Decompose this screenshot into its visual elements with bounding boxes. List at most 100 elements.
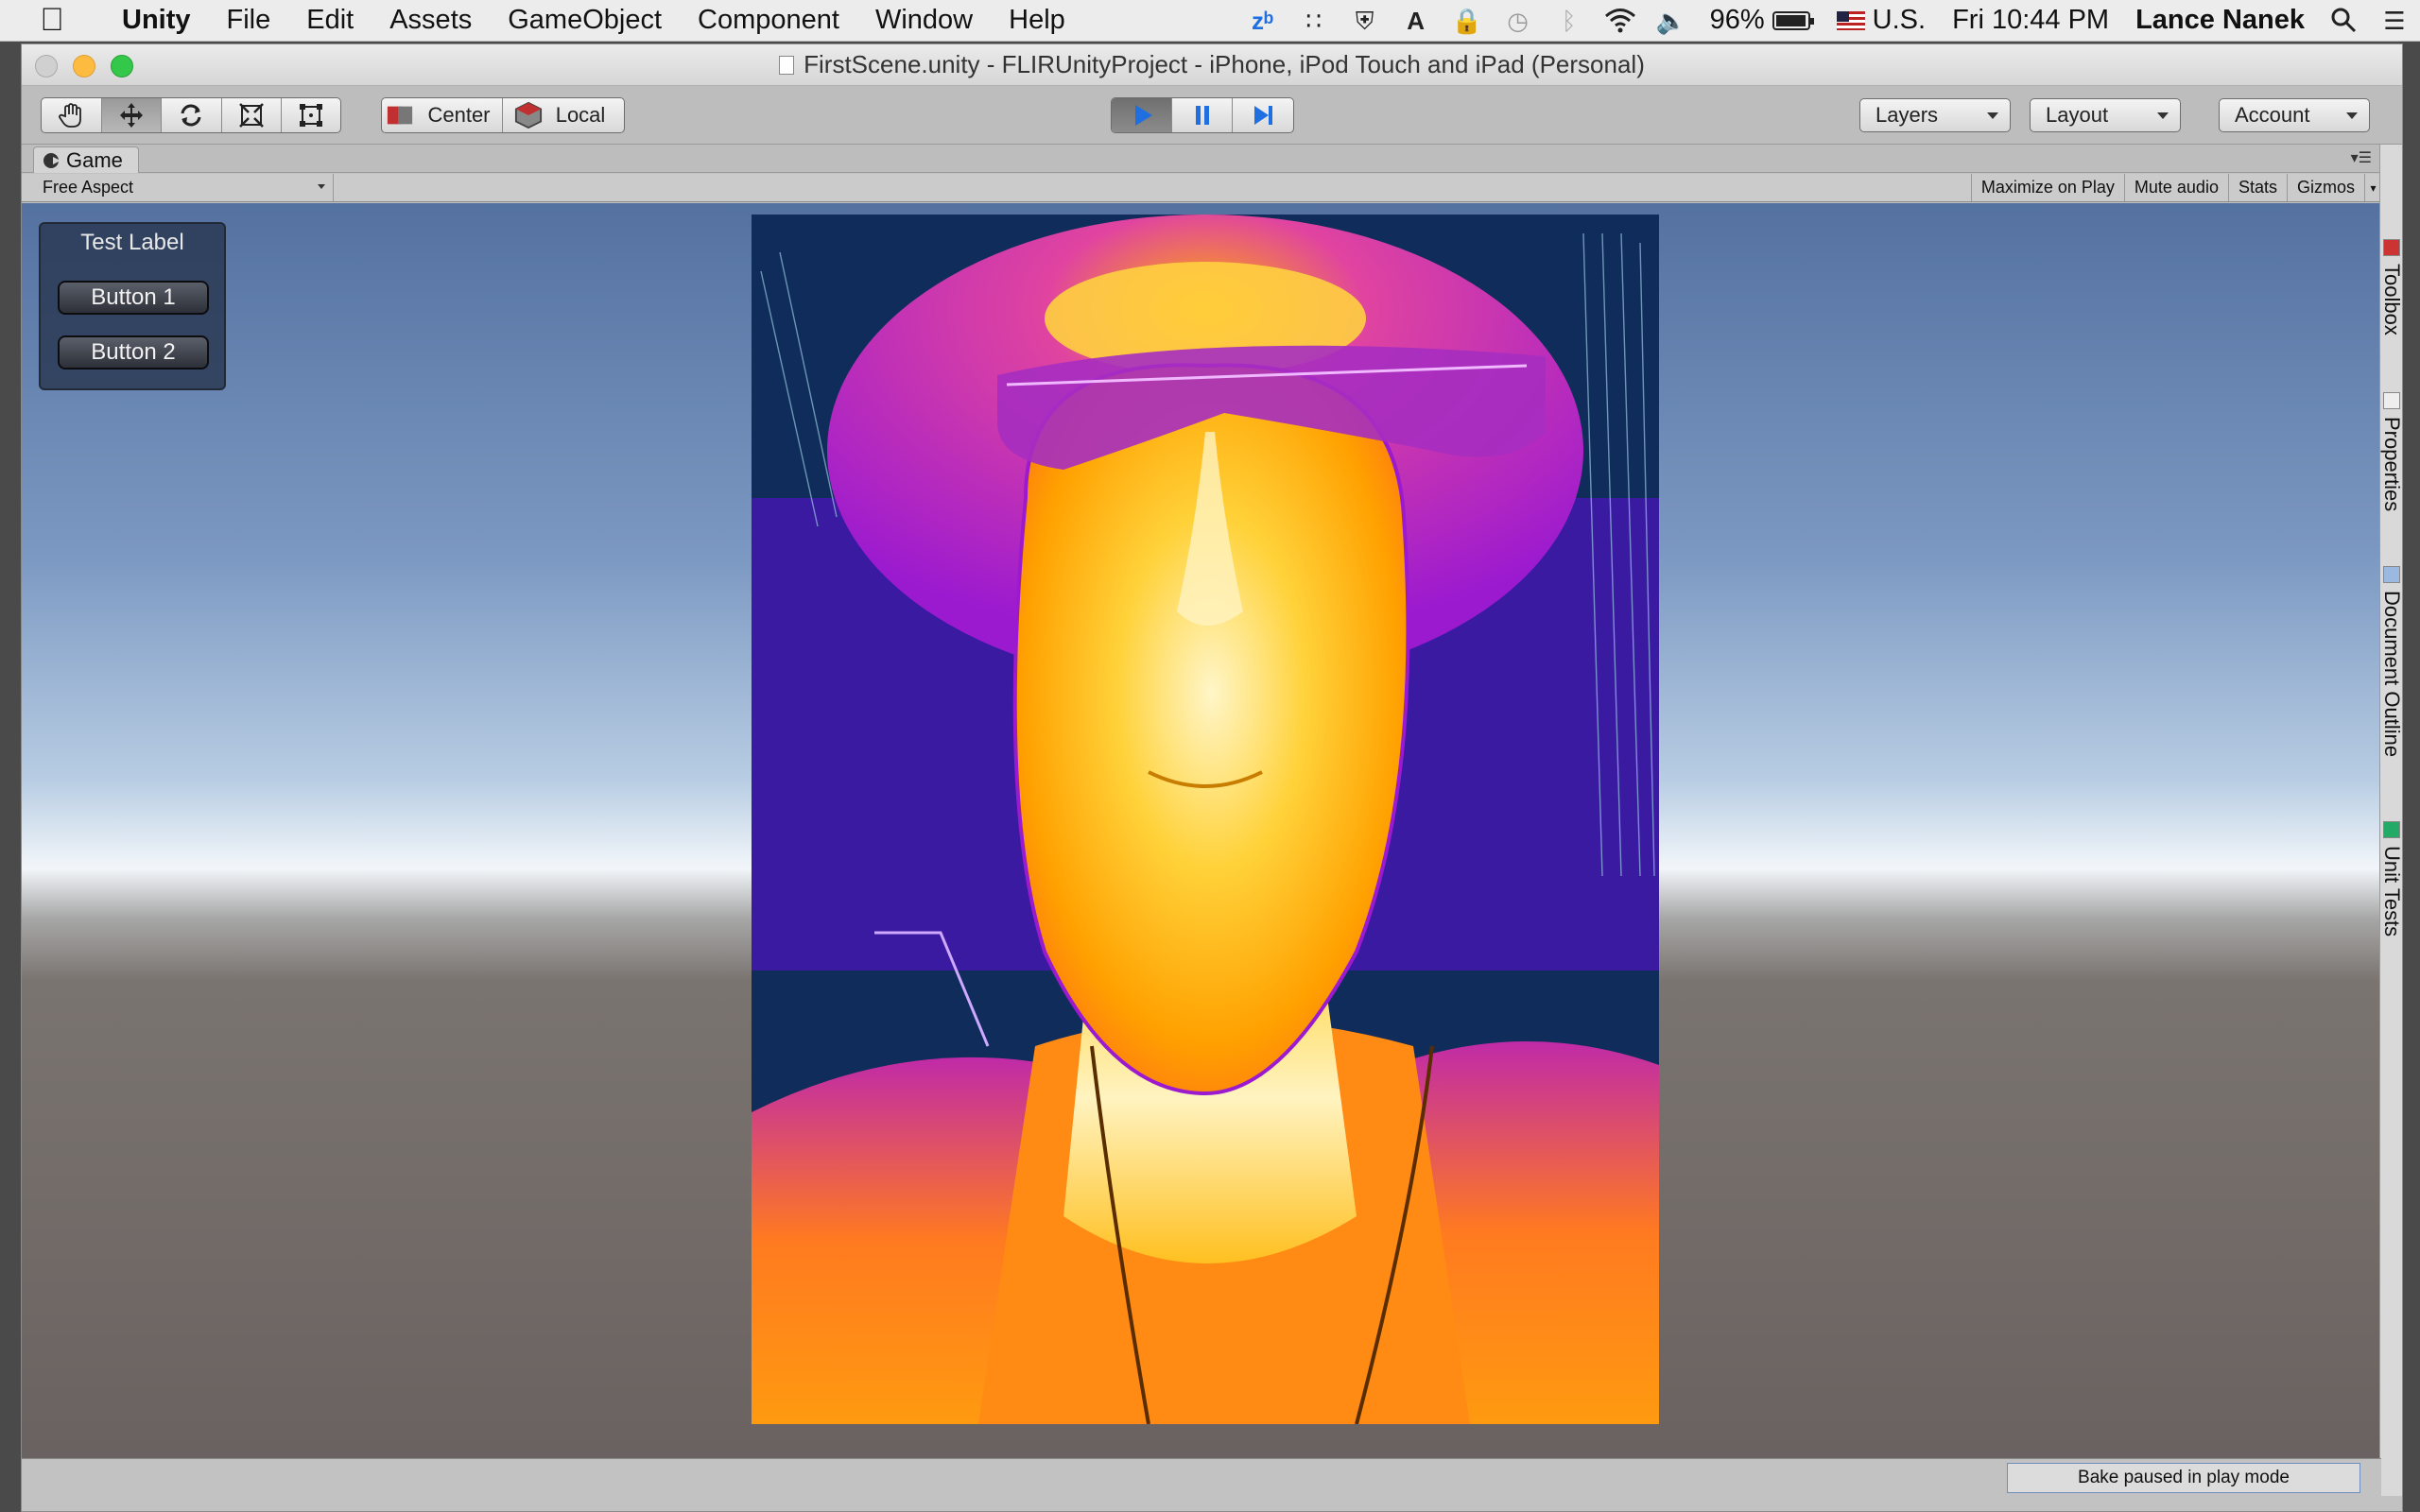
- sidebar-tab-document-outline[interactable]: Document Outline: [2380, 566, 2404, 758]
- maximize-on-play-toggle[interactable]: Maximize on Play: [1970, 174, 2124, 201]
- input-source[interactable]: U.S.: [1824, 5, 1939, 36]
- adobe-icon[interactable]: A: [1400, 7, 1432, 35]
- pivot-center-button[interactable]: Center: [382, 98, 503, 132]
- window-title: FirstScene.unity - FLIRUnityProject - iP…: [804, 50, 1645, 78]
- menu-window[interactable]: Window: [857, 5, 991, 36]
- rect-tool-button[interactable]: [282, 98, 340, 132]
- document-outline-icon: [2383, 566, 2400, 583]
- battery-status[interactable]: 96%: [1697, 5, 1824, 36]
- sidebar-tab-toolbox[interactable]: Toolbox: [2380, 239, 2404, 335]
- hand-tool-button[interactable]: [42, 98, 102, 132]
- layers-dropdown-label: Layers: [1876, 103, 1939, 127]
- pivot-center-label: Center: [427, 103, 491, 127]
- sidebar-tab-unit-tests[interactable]: Unit Tests: [2380, 821, 2404, 936]
- gui-button-2[interactable]: Button 2: [58, 335, 209, 369]
- game-view-controls: Free Aspect Maximize on Play Mute audio …: [22, 174, 2381, 202]
- hand-icon: [59, 103, 82, 128]
- bake-status[interactable]: Bake paused in play mode: [2007, 1463, 2360, 1493]
- toolbox-icon: [2383, 239, 2400, 256]
- battery-percent: 96%: [1709, 5, 1765, 35]
- volume-icon[interactable]: 🔈: [1655, 7, 1687, 35]
- sidebar-tab-toolbox-label: Toolbox: [2380, 264, 2404, 335]
- pause-button[interactable]: [1172, 98, 1233, 132]
- local-cube-icon: [514, 101, 542, 129]
- play-controls: [1111, 97, 1294, 133]
- menu-file[interactable]: File: [209, 5, 289, 36]
- unit-tests-icon: [2383, 821, 2400, 838]
- menu-gameobject[interactable]: GameObject: [490, 5, 680, 36]
- pivot-center-icon: [388, 106, 413, 125]
- app-menu-unity[interactable]: Unity: [104, 5, 209, 36]
- battery-icon: [1772, 10, 1814, 30]
- aspect-ratio-dropdown[interactable]: Free Aspect: [29, 174, 334, 201]
- zoom-window-button[interactable]: [111, 55, 133, 77]
- layers-dropdown[interactable]: Layers: [1859, 98, 2011, 132]
- tab-game-label: Game: [66, 147, 123, 172]
- window-titlebar: FirstScene.unity - FLIRUnityProject - iP…: [22, 44, 2402, 86]
- stats-toggle[interactable]: Stats: [2227, 174, 2287, 201]
- gizmos-toggle[interactable]: Gizmos: [2286, 174, 2364, 201]
- unity-editor-window: FirstScene.unity - FLIRUnityProject - iP…: [21, 43, 2404, 1512]
- mute-audio-toggle[interactable]: Mute audio: [2123, 174, 2228, 201]
- time-machine-icon[interactable]: ◷: [1502, 7, 1534, 35]
- sidebar-tab-properties[interactable]: Properties: [2380, 392, 2404, 511]
- us-flag-icon: [1836, 10, 1865, 30]
- menu-component[interactable]: Component: [680, 5, 857, 36]
- game-view-icon: [43, 152, 60, 168]
- play-icon: [1134, 105, 1152, 126]
- pivot-local-button[interactable]: Local: [503, 98, 624, 132]
- pivot-controls: Center Local: [381, 97, 625, 133]
- tab-game[interactable]: Game: [33, 146, 139, 173]
- status-bar: Bake paused in play mode: [22, 1458, 2381, 1496]
- chevron-down-icon: [318, 184, 325, 189]
- sleep-zz-icon[interactable]: zᵇ: [1247, 7, 1279, 35]
- play-button[interactable]: [1112, 98, 1172, 132]
- pivot-local-label: Local: [555, 103, 606, 127]
- notification-center-icon[interactable]: ☰: [2378, 7, 2411, 35]
- gui-button-1[interactable]: Button 1: [58, 281, 209, 315]
- rotate-icon: [181, 104, 201, 127]
- unity-toolbar: Center Local Layers Layout Account: [22, 86, 2402, 145]
- game-viewport[interactable]: Test Label Button 1 Button 2: [22, 203, 2381, 1458]
- chevron-down-icon: [2346, 112, 2358, 119]
- thermal-camera-image: [752, 215, 1659, 1424]
- gui-box: Test Label Button 1 Button 2: [39, 222, 226, 390]
- spotlight-search-icon[interactable]: [2327, 7, 2360, 35]
- window-controls: [35, 55, 148, 77]
- rect-transform-icon: [300, 104, 323, 127]
- layout-dropdown[interactable]: Layout: [2030, 98, 2181, 132]
- rotate-tool-button[interactable]: [162, 98, 222, 132]
- gui-test-label: Test Label: [80, 230, 184, 255]
- scale-tool-button[interactable]: [222, 98, 283, 132]
- mac-menubar:  Unity File Edit Assets GameObject Comp…: [0, 0, 2420, 42]
- step-button[interactable]: [1233, 98, 1293, 132]
- chevron-down-icon: [2157, 112, 2169, 119]
- game-view-toggles: Maximize on Play Mute audio Stats Gizmos…: [1970, 174, 2381, 201]
- game-tab-bar: Game ▾☰: [22, 145, 2381, 173]
- shield-badge-icon[interactable]: ⛨: [1349, 7, 1381, 35]
- sidebar-tab-document-outline-label: Document Outline: [2380, 591, 2404, 758]
- thermal-camera-render: [752, 215, 1659, 1424]
- bluetooth-icon[interactable]: ᛒ: [1553, 7, 1585, 35]
- panel-menu-icon[interactable]: ▾☰: [2351, 148, 2372, 167]
- close-window-button[interactable]: [35, 55, 58, 77]
- chevron-down-icon: ▾: [2370, 180, 2377, 195]
- menubar-clock[interactable]: Fri 10:44 PM: [1939, 5, 2122, 36]
- chevron-down-icon: [1987, 112, 1998, 119]
- dots-grid-icon[interactable]: ∷: [1298, 7, 1330, 35]
- minimize-window-button[interactable]: [73, 55, 95, 77]
- layout-dropdown-label: Layout: [2046, 103, 2109, 127]
- account-dropdown-label: Account: [2235, 103, 2310, 127]
- pause-icon: [1195, 106, 1209, 125]
- move-tool-button[interactable]: [101, 98, 163, 132]
- menubar-user[interactable]: Lance Nanek: [2122, 5, 2318, 36]
- account-dropdown[interactable]: Account: [2219, 98, 2370, 132]
- aspect-ratio-label: Free Aspect: [43, 178, 134, 197]
- move-arrows-icon: [119, 103, 143, 128]
- lock-icon[interactable]: 🔒: [1451, 7, 1483, 35]
- menu-assets[interactable]: Assets: [372, 5, 490, 36]
- apple-menu-icon[interactable]: : [0, 2, 104, 39]
- wifi-icon[interactable]: [1604, 7, 1636, 35]
- menu-help[interactable]: Help: [991, 5, 1083, 36]
- menu-edit[interactable]: Edit: [288, 5, 372, 36]
